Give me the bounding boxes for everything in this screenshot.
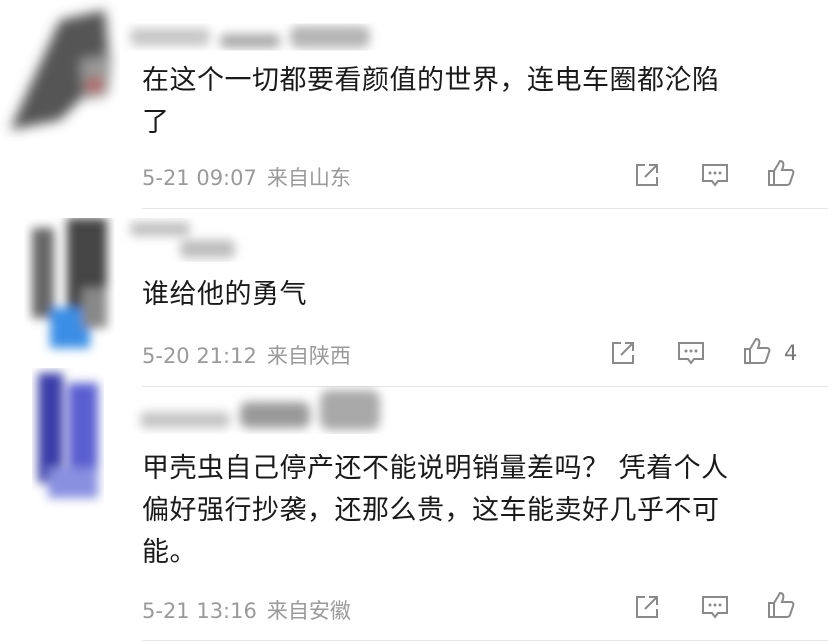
comment-icon <box>702 164 728 187</box>
thumbs-up-icon <box>768 591 795 618</box>
divider <box>142 208 828 209</box>
comment-text-line: 偏好强行抄袭，还那么贵，这车能卖好几乎不可 <box>142 495 720 526</box>
comment-text-line: 能。 <box>142 537 197 568</box>
comment-meta: 5-21 09:07 来自山东 <box>142 162 351 192</box>
share-icon <box>636 164 658 186</box>
comment-item: 在这个一切都要看颜值的世界，连电车圈都沦陷 了 5-21 09:07 来自山东 <box>0 0 828 210</box>
thumbs-up-icon <box>744 337 771 364</box>
like-button[interactable] <box>766 158 796 188</box>
comment-text-line: 谁给他的勇气 <box>142 279 307 310</box>
comment-text-line: 在这个一切都要看颜值的世界，连电车圈都沦陷 <box>142 65 720 96</box>
comment-meta: 5-21 13:16 来自安徽 <box>142 595 351 625</box>
comment-icon <box>678 342 704 365</box>
comment-list: 在这个一切都要看颜值的世界，连电车圈都沦陷 了 5-21 09:07 来自山东 <box>0 0 828 644</box>
comment-text: 甲壳虫自己停产还不能说明销量差吗？ 凭着个人 偏好强行抄袭，还那么贵，这车能卖好… <box>142 448 812 574</box>
comment-button[interactable] <box>700 160 730 190</box>
share-icon <box>612 342 634 364</box>
comment-text-line: 了 <box>142 107 170 138</box>
avatar[interactable] <box>22 218 122 368</box>
comment-location: 来自陕西 <box>266 344 351 368</box>
comment-button[interactable] <box>700 592 730 622</box>
share-button[interactable] <box>632 592 662 622</box>
avatar[interactable] <box>0 0 120 150</box>
like-button[interactable] <box>742 336 772 366</box>
comment-text-line: 甲壳虫自己停产还不能说明销量差吗？ 凭着个人 <box>142 453 729 484</box>
comment-item: 谁给他的勇气 5-20 21:12 来自陕西 4 <box>0 210 828 388</box>
like-button[interactable] <box>766 590 796 620</box>
comment-item: 甲壳虫自己停产还不能说明销量差吗？ 凭着个人 偏好强行抄袭，还那么贵，这车能卖好… <box>0 373 828 644</box>
thumbs-up-icon <box>768 159 795 186</box>
share-button[interactable] <box>632 160 662 190</box>
comment-text: 在这个一切都要看颜值的世界，连电车圈都沦陷 了 <box>142 60 802 144</box>
like-count: 4 <box>784 341 798 365</box>
comment-icon <box>702 596 728 619</box>
username-blurred[interactable] <box>130 384 400 444</box>
divider <box>142 640 828 641</box>
share-icon <box>636 596 658 618</box>
comment-date: 5-21 13:16 <box>142 599 257 623</box>
comment-meta: 5-20 21:12 来自陕西 <box>142 340 351 370</box>
username-blurred[interactable] <box>120 210 250 270</box>
comment-date: 5-21 09:07 <box>142 166 257 190</box>
avatar[interactable] <box>28 368 118 518</box>
comment-button[interactable] <box>676 338 706 368</box>
comment-location: 来自安徽 <box>266 599 351 623</box>
share-button[interactable] <box>608 338 638 368</box>
username-blurred[interactable] <box>120 14 380 62</box>
comment-date: 5-20 21:12 <box>142 344 257 368</box>
comment-text: 谁给他的勇气 <box>142 274 802 316</box>
comment-location: 来自山东 <box>266 166 351 190</box>
